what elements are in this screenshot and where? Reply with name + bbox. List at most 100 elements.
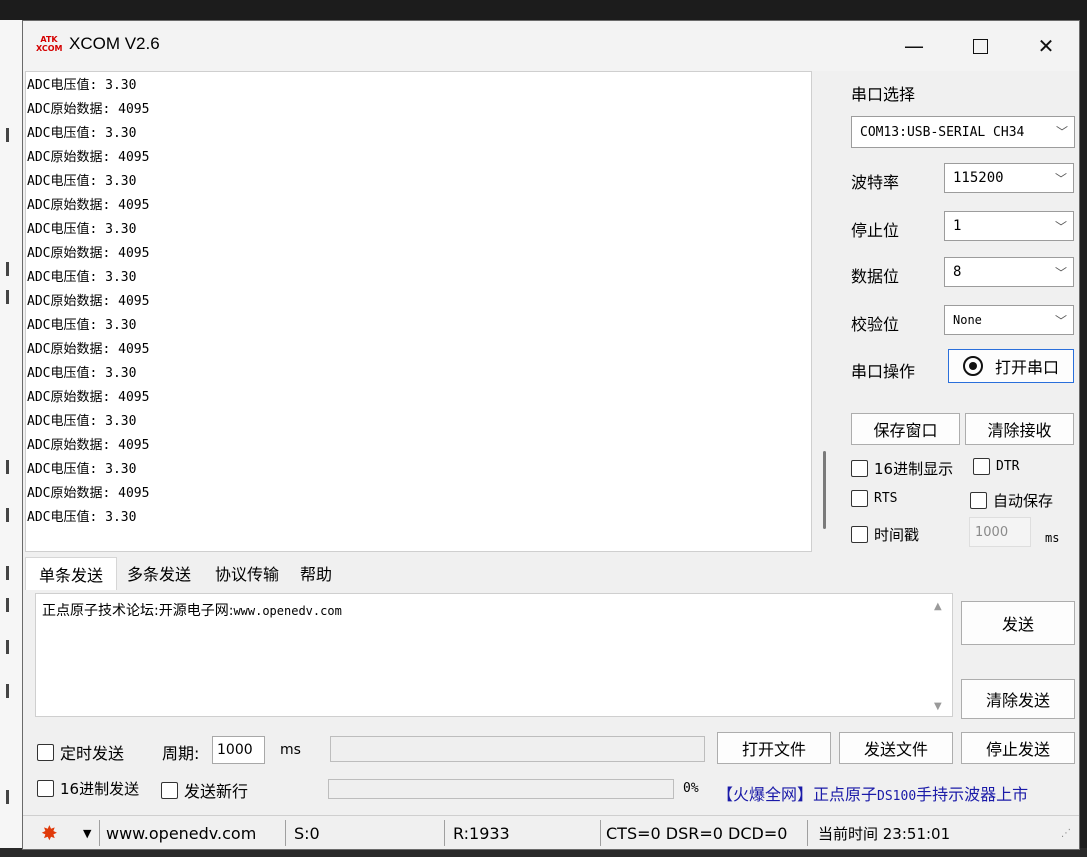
hex-display-label: 16进制显示 xyxy=(874,460,954,478)
receive-line: ADC电压值: 3.30 xyxy=(27,366,137,381)
stop-bits-select[interactable]: 1 ﹀ xyxy=(944,211,1074,241)
app-title: XCOM V2.6 xyxy=(69,34,160,53)
receive-line: ADC原始数据: 4095 xyxy=(27,342,150,357)
port-select-value: COM13:USB-SERIAL CH34 xyxy=(860,124,1025,140)
timed-send-checkbox[interactable]: 定时发送 xyxy=(37,740,124,764)
maximize-icon xyxy=(972,38,988,54)
background-top-strip xyxy=(0,0,1087,20)
status-sent-count: S:0 xyxy=(294,823,320,843)
receive-lines: ADC电压值: 3.30 ADC原始数据: 4095 ADC电压值: 3.30 ADC… xyxy=(27,77,149,533)
receive-line: ADC原始数据: 4095 xyxy=(27,198,150,213)
send-progress-bar xyxy=(328,779,674,799)
receive-line: ADC原始数据: 4095 xyxy=(27,438,150,453)
receive-line: ADC电压值: 3.30 xyxy=(27,510,137,525)
chevron-down-icon: ﹀ xyxy=(1054,172,1067,186)
maximize-button[interactable] xyxy=(947,21,1013,71)
checkbox-icon xyxy=(37,743,54,761)
receive-line: ADC原始数据: 4095 xyxy=(27,102,150,117)
parity-value: None xyxy=(953,313,982,327)
close-button[interactable]: ✕ xyxy=(1013,21,1079,71)
send-text: 正点原子技术论坛:开源电子网:www.openedv.com xyxy=(42,603,342,619)
close-icon: ✕ xyxy=(1037,34,1055,58)
checkbox-icon xyxy=(37,780,54,797)
tab-single-send[interactable]: 单条发送 xyxy=(25,557,117,590)
receive-line: ADC原始数据: 4095 xyxy=(27,150,150,165)
receive-line: ADC电压值: 3.30 xyxy=(27,414,137,429)
timestamp-unit: ms xyxy=(1045,531,1060,545)
baud-select[interactable]: 115200 ﹀ xyxy=(944,163,1074,193)
checkbox-icon xyxy=(851,526,868,543)
status-bar: ✸ ▼ www.openedv.com S:0 R:1933 CTS=0 DSR… xyxy=(23,815,1079,849)
receive-line: ADC电压值: 3.30 xyxy=(27,318,137,333)
chevron-down-icon: ﹀ xyxy=(1054,266,1067,280)
receive-line: ADC电压值: 3.30 xyxy=(27,126,137,141)
send-status-bar xyxy=(330,736,705,762)
scroll-down-icon[interactable]: ▼ xyxy=(934,701,942,712)
hex-send-checkbox[interactable]: 16进制发送 xyxy=(37,778,139,799)
status-url[interactable]: www.openedv.com xyxy=(106,816,256,850)
dtr-label: DTR xyxy=(996,459,1020,474)
hex-send-label: 16进制发送 xyxy=(60,780,140,798)
open-file-button[interactable]: 打开文件 xyxy=(717,732,831,764)
receive-line: ADC电压值: 3.30 xyxy=(27,78,137,93)
send-button[interactable]: 发送 xyxy=(961,601,1075,645)
clear-receive-button[interactable]: 清除接收 xyxy=(965,413,1074,445)
background-left-strip xyxy=(0,0,22,857)
chevron-down-icon: ﹀ xyxy=(1054,314,1067,328)
checkbox-icon xyxy=(851,460,868,477)
minimize-button[interactable]: — xyxy=(881,21,947,71)
receive-line: ADC电压值: 3.30 xyxy=(27,174,137,189)
tab-protocol[interactable]: 协议传输 xyxy=(205,557,289,589)
chevron-down-icon: ﹀ xyxy=(1054,220,1067,234)
save-window-button[interactable]: 保存窗口 xyxy=(851,413,960,445)
data-bits-select[interactable]: 8 ﹀ xyxy=(944,257,1074,287)
title-bar: ATK XCOM XCOM V2.6 — ✕ xyxy=(23,21,1079,71)
chevron-down-icon: ﹀ xyxy=(1055,125,1068,139)
parity-label: 校验位 xyxy=(851,315,900,334)
dropdown-arrow-icon[interactable]: ▼ xyxy=(83,816,91,850)
gear-icon[interactable]: ✸ xyxy=(41,816,58,850)
receive-line: ADC电压值: 3.30 xyxy=(27,270,137,285)
send-newline-checkbox[interactable]: 发送新行 xyxy=(161,778,248,802)
checkbox-icon xyxy=(851,490,868,507)
clear-send-button[interactable]: 清除发送 xyxy=(961,679,1075,719)
send-input[interactable]: 正点原子技术论坛:开源电子网:www.openedv.com xyxy=(35,593,953,717)
receive-line: ADC原始数据: 4095 xyxy=(27,294,150,309)
stop-bits-value: 1 xyxy=(953,218,962,234)
receive-line: ADC原始数据: 4095 xyxy=(27,246,150,261)
parity-select[interactable]: None ﹀ xyxy=(944,305,1074,335)
timestamp-checkbox[interactable]: 时间戳 xyxy=(851,524,919,545)
receive-line: ADC电压值: 3.30 xyxy=(27,222,137,237)
checkbox-icon xyxy=(970,492,987,509)
timestamp-input[interactable]: 1000 xyxy=(969,517,1031,547)
receive-line: ADC原始数据: 4095 xyxy=(27,486,150,501)
scroll-up-icon[interactable]: ▲ xyxy=(934,601,942,612)
minimize-icon: — xyxy=(904,34,924,58)
tab-help[interactable]: 帮助 xyxy=(291,557,341,589)
receive-area[interactable]: ADC电压值: 3.30 ADC原始数据: 4095 ADC电压值: 3.30 ADC… xyxy=(25,71,812,552)
app-logo: ATK XCOM xyxy=(36,35,63,53)
resize-grip-icon[interactable]: ⋰ xyxy=(1061,816,1071,850)
port-select-label: 串口选择 xyxy=(851,85,916,104)
port-select[interactable]: COM13:USB-SERIAL CH34 ﹀ xyxy=(851,116,1075,148)
open-port-label: 打开串口 xyxy=(994,358,1059,377)
data-bits-value: 8 xyxy=(953,264,962,280)
status-time: 当前时间 23:51:01 xyxy=(818,824,951,843)
period-input[interactable]: 1000 xyxy=(212,736,265,764)
auto-save-checkbox[interactable]: 自动保存 xyxy=(970,490,1053,511)
tab-multi-send[interactable]: 多条发送 xyxy=(117,557,201,589)
port-op-label: 串口操作 xyxy=(851,362,916,381)
dtr-checkbox[interactable]: DTR xyxy=(973,458,1019,475)
rts-checkbox[interactable]: RTS xyxy=(851,490,897,507)
checkbox-icon xyxy=(161,781,178,799)
ad-link[interactable]: 【火爆全网】正点原子DS100手持示波器上市 xyxy=(717,781,1028,805)
status-received-count: R:1933 xyxy=(453,823,510,843)
send-newline-label: 发送新行 xyxy=(184,782,249,801)
receive-line: ADC原始数据: 4095 xyxy=(27,390,150,405)
hex-display-checkbox[interactable]: 16进制显示 xyxy=(851,458,953,479)
receive-scrollbar-thumb[interactable] xyxy=(823,451,826,529)
open-port-button[interactable]: 打开串口 xyxy=(948,349,1074,383)
send-file-button[interactable]: 发送文件 xyxy=(839,732,953,764)
stop-send-button[interactable]: 停止发送 xyxy=(961,732,1075,764)
receive-line: ADC电压值: 3.30 xyxy=(27,462,137,477)
